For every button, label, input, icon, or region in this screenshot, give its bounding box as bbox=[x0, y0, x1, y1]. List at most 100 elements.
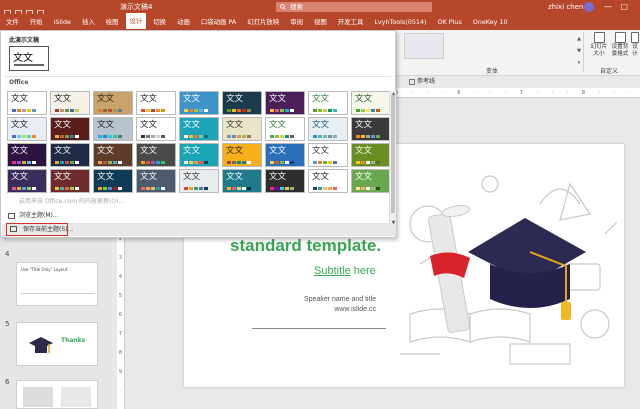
tab-7[interactable]: 动画 bbox=[177, 14, 190, 30]
tab-1[interactable]: 开始 bbox=[30, 14, 43, 30]
theme-thumbnail[interactable]: 文文 bbox=[7, 117, 47, 141]
theme-thumbnail[interactable]: 文文 bbox=[222, 169, 262, 193]
theme-sample-text: 文文 bbox=[54, 120, 72, 130]
theme-color-swatches bbox=[12, 135, 37, 138]
theme-thumbnail[interactable]: 文文 bbox=[136, 143, 176, 167]
slide-size-icon bbox=[593, 32, 605, 43]
theme-thumbnail[interactable]: 文文 bbox=[265, 143, 305, 167]
theme-sample-text: 文文 bbox=[355, 120, 373, 130]
theme-thumbnail[interactable]: 文文 bbox=[351, 169, 391, 193]
themes-gallery-dropdown: 此演示文稿 文文 Office 文文 文文 文文 文文 文文 文文 文文 文文 文文 文文 文文 文文… bbox=[0, 30, 396, 238]
tab-11[interactable]: 视图 bbox=[314, 14, 327, 30]
gallery-scrollbar[interactable]: ▲ ▼ bbox=[389, 91, 396, 227]
theme-thumbnail[interactable]: 文文 bbox=[7, 169, 47, 193]
theme-thumbnail[interactable]: 文文 bbox=[50, 117, 90, 141]
theme-thumbnail[interactable]: 文文 bbox=[265, 169, 305, 193]
designer-button[interactable]: 设 计 bbox=[630, 32, 640, 58]
save-current-theme-item[interactable]: 保存当前主题(S)... bbox=[6, 223, 73, 236]
theme-thumbnail[interactable]: 文文 bbox=[308, 117, 348, 141]
theme-thumbnail[interactable]: 文文 bbox=[93, 91, 133, 115]
theme-sample-text: 文文 bbox=[355, 172, 373, 182]
tab-10[interactable]: 审阅 bbox=[290, 14, 303, 30]
theme-thumbnail[interactable]: 文文 bbox=[265, 91, 305, 115]
browse-themes-item[interactable]: 浏览主题(M)... bbox=[3, 211, 59, 221]
current-theme[interactable]: 文文 bbox=[9, 46, 49, 71]
slide-title[interactable]: standard template. bbox=[230, 236, 381, 256]
theme-thumbnail[interactable]: 文文 bbox=[222, 91, 262, 115]
theme-sample-text: 文文 bbox=[183, 120, 201, 130]
slide-thumbnail-4[interactable]: Use "Title Only" Layout bbox=[16, 262, 98, 306]
theme-thumbnail[interactable]: 文文 bbox=[351, 117, 391, 141]
tab-5[interactable]: 设计 bbox=[125, 13, 147, 31]
theme-thumbnail[interactable]: 文文 bbox=[179, 169, 219, 193]
search-icon bbox=[280, 4, 286, 10]
theme-color-swatches bbox=[184, 109, 209, 112]
slide-subtitle[interactable]: Subtitle here bbox=[314, 265, 376, 277]
theme-thumbnail[interactable]: 文文 bbox=[50, 169, 90, 193]
theme-thumbnail[interactable]: 文文 bbox=[308, 91, 348, 115]
scrollbar-thumb[interactable] bbox=[391, 95, 395, 213]
theme-color-swatches bbox=[313, 161, 338, 164]
format-background-button[interactable]: 设置背 景格式 bbox=[609, 32, 631, 58]
save-icon bbox=[10, 226, 17, 232]
theme-color-swatches bbox=[313, 135, 338, 138]
theme-sample-text: 文文 bbox=[54, 94, 72, 104]
graduation-illustration bbox=[400, 175, 618, 365]
thumbnail-number: 4 bbox=[5, 250, 10, 258]
tab-4[interactable]: 绘图 bbox=[106, 14, 119, 30]
search-box[interactable]: 搜索 bbox=[276, 2, 432, 12]
theme-thumbnail[interactable]: 文文 bbox=[50, 91, 90, 115]
view-toolbar: 参考线 bbox=[395, 76, 640, 88]
theme-thumbnail[interactable]: 文文 bbox=[222, 117, 262, 141]
theme-thumbnail[interactable]: 文文 bbox=[308, 169, 348, 193]
user-avatar[interactable] bbox=[584, 2, 594, 12]
variant-thumbnail[interactable] bbox=[404, 33, 444, 59]
theme-thumbnail[interactable]: 文文 bbox=[7, 91, 47, 115]
divider-line bbox=[252, 328, 386, 329]
theme-thumbnail[interactable]: 文文 bbox=[50, 143, 90, 167]
speaker-name[interactable]: Speaker name and title bbox=[184, 296, 376, 303]
tab-14[interactable]: OK Plus bbox=[438, 14, 462, 30]
guides-checkbox[interactable] bbox=[409, 78, 415, 85]
theme-color-swatches bbox=[55, 135, 80, 138]
theme-color-swatches bbox=[184, 135, 209, 138]
tab-13[interactable]: LvyhTools(0514) bbox=[374, 14, 426, 30]
theme-color-swatches bbox=[270, 187, 295, 190]
theme-thumbnail[interactable]: 文文 bbox=[351, 91, 391, 115]
tab-0[interactable]: 文件 bbox=[6, 14, 19, 30]
tab-2[interactable]: iSlide bbox=[54, 14, 71, 30]
theme-thumbnail[interactable]: 文文 bbox=[265, 117, 305, 141]
tab-15[interactable]: OneKey 10 bbox=[473, 14, 508, 30]
theme-thumbnail[interactable]: 文文 bbox=[179, 91, 219, 115]
tab-6[interactable]: 切换 bbox=[153, 14, 166, 30]
tab-9[interactable]: 幻灯片放映 bbox=[247, 14, 279, 30]
theme-thumbnail[interactable]: 文文 bbox=[308, 143, 348, 167]
theme-color-swatches bbox=[12, 109, 37, 112]
slide-thumbnail-5[interactable]: Thanks bbox=[16, 322, 98, 366]
theme-thumbnail[interactable]: 文文 bbox=[179, 117, 219, 141]
quick-access-toolbar[interactable] bbox=[4, 2, 64, 17]
slide-thumbnail-6[interactable] bbox=[16, 380, 98, 409]
theme-thumbnail[interactable]: 文文 bbox=[351, 143, 391, 167]
theme-color-swatches bbox=[98, 109, 123, 112]
slide-size-button[interactable]: 幻灯片 大小 bbox=[588, 32, 610, 58]
variants-scroll[interactable]: ▲ ▼ ▾ bbox=[576, 33, 582, 69]
theme-sample-text: 文文 bbox=[140, 120, 158, 130]
tab-8[interactable]: 口袋动画 PA bbox=[201, 14, 236, 30]
tab-12[interactable]: 开发工具 bbox=[338, 14, 364, 30]
theme-thumbnail[interactable]: 文文 bbox=[136, 91, 176, 115]
user-name[interactable]: zhixi chen bbox=[548, 1, 583, 13]
theme-sample-text: 文文 bbox=[269, 146, 287, 156]
theme-color-swatches bbox=[141, 187, 166, 190]
theme-thumbnail[interactable]: 文文 bbox=[93, 117, 133, 141]
theme-thumbnail[interactable]: 文文 bbox=[93, 169, 133, 193]
theme-thumbnail[interactable]: 文文 bbox=[136, 117, 176, 141]
theme-thumbnail[interactable]: 文文 bbox=[179, 143, 219, 167]
theme-thumbnail[interactable]: 文文 bbox=[7, 143, 47, 167]
theme-sample-text: 文文 bbox=[355, 94, 373, 104]
theme-thumbnail[interactable]: 文文 bbox=[136, 169, 176, 193]
theme-thumbnail[interactable]: 文文 bbox=[222, 143, 262, 167]
website[interactable]: www.islide.cc bbox=[184, 306, 376, 313]
tab-3[interactable]: 插入 bbox=[82, 14, 95, 30]
theme-thumbnail[interactable]: 文文 bbox=[93, 143, 133, 167]
